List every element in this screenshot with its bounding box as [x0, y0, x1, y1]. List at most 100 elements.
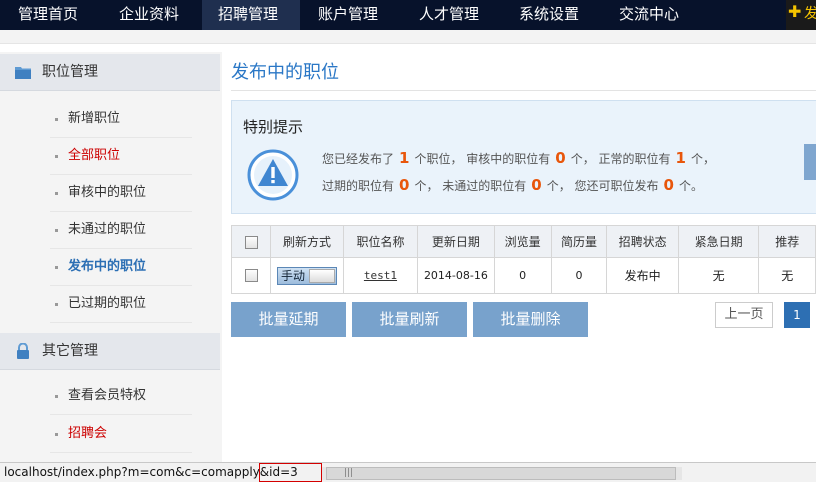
- notice-side-button[interactable]: [804, 144, 816, 180]
- bullet: [55, 266, 58, 269]
- notice-text: 个， 正常的职位有: [570, 152, 671, 166]
- nav-item-system-settings[interactable]: 系统设置: [519, 0, 579, 30]
- notice-text: 个职位， 审核中的职位有: [414, 152, 551, 166]
- urgent-date-cell: 无: [677, 257, 760, 294]
- notice-text: 个， 您还可职位发布: [546, 179, 659, 193]
- jobs-table: 刷新方式 职位名称 更新日期 浏览量 简历量 招聘状态 紧急日期 推荐 手动 t…: [230, 225, 816, 294]
- select-all-header: [230, 225, 272, 258]
- sidebar-group-title: 职位管理: [42, 64, 98, 80]
- resumes-cell: 0: [550, 257, 608, 294]
- bullet: [55, 303, 58, 306]
- sidebar-item-job-fair[interactable]: 招聘会: [50, 416, 192, 453]
- folder-icon: [15, 67, 31, 79]
- divider: [231, 90, 816, 91]
- job-name-cell: test1: [342, 257, 419, 294]
- scrollbar-grip-icon: |||: [344, 468, 354, 478]
- notice-box: 特别提示 您已经发布了 1 个职位， 审核中的职位有 0 个， 正常的职位有 1 个， 过期…: [231, 100, 816, 214]
- batch-extend-button[interactable]: 批量延期: [231, 302, 346, 337]
- publish-label: 发: [804, 6, 816, 22]
- notice-text: 个， 未通过的职位有: [414, 179, 527, 193]
- scrollbar-thumb[interactable]: [326, 467, 676, 480]
- batch-delete-button[interactable]: 批量删除: [473, 302, 588, 337]
- column-header: 职位名称: [342, 225, 419, 258]
- lock-icon: [17, 343, 29, 359]
- sidebar-item-label: 招聘会: [68, 426, 108, 441]
- notice-text: 您已经发布了: [322, 152, 395, 166]
- sidebar-item-member-privileges[interactable]: 查看会员特权: [50, 378, 192, 415]
- bullet: [55, 118, 58, 121]
- previous-page-button[interactable]: 上一页: [715, 302, 773, 328]
- sub-nav-strip: [0, 30, 816, 44]
- column-header: 推荐: [758, 225, 816, 258]
- page-title: 发布中的职位: [231, 62, 339, 83]
- refresh-mode-toggle[interactable]: 手动: [277, 266, 338, 285]
- sidebar: 职位管理 新增职位 全部职位 审核中的职位 未通过的职位 发布中的职位 已过期的…: [0, 52, 222, 462]
- expired-count: 0: [399, 176, 410, 194]
- column-header: 浏览量: [493, 225, 552, 258]
- bullet: [55, 395, 58, 398]
- notice-line-1: 您已经发布了 1 个职位， 审核中的职位有 0 个， 正常的职位有 1 个，: [322, 149, 715, 167]
- column-header: 紧急日期: [677, 225, 760, 258]
- notice-text: 个。: [678, 179, 703, 193]
- nav-item-talent[interactable]: 人才管理: [419, 0, 479, 30]
- bullet: [55, 192, 58, 195]
- bullet: [55, 155, 58, 158]
- sidebar-item-published-jobs[interactable]: 发布中的职位: [50, 249, 192, 286]
- sidebar-item-pending-jobs[interactable]: 审核中的职位: [50, 175, 192, 212]
- nav-item-community[interactable]: 交流中心: [619, 0, 679, 30]
- published-count: 1: [399, 149, 410, 167]
- plus-icon: ✚: [788, 2, 802, 21]
- updated-date-cell: 2014-08-16: [417, 257, 495, 294]
- warning-icon: [247, 149, 299, 201]
- row-select-cell: [230, 257, 272, 294]
- select-all-checkbox[interactable]: [244, 235, 258, 249]
- refresh-mode-cell: 手动: [270, 257, 344, 294]
- sidebar-item-label: 全部职位: [68, 148, 121, 163]
- nav-item-recruitment[interactable]: 招聘管理: [202, 0, 300, 30]
- refresh-mode-label: 手动: [281, 268, 306, 283]
- normal-count: 1: [675, 149, 686, 167]
- job-name-link[interactable]: test1: [364, 269, 397, 282]
- url-highlight-box: [259, 463, 322, 482]
- page: 管理首页 企业资料 招聘管理 账户管理 人才管理 系统设置 交流中心 ✚ 发 职…: [0, 0, 816, 482]
- current-page-button[interactable]: 1: [784, 302, 810, 328]
- sidebar-group-other-management[interactable]: 其它管理: [0, 333, 220, 370]
- sidebar-item-all-jobs[interactable]: 全部职位: [50, 138, 192, 175]
- nav-item-account[interactable]: 账户管理: [318, 0, 378, 30]
- sidebar-item-label: 新增职位: [68, 111, 121, 126]
- bullet: [55, 229, 58, 232]
- sidebar-item-label: 审核中的职位: [68, 185, 147, 200]
- sidebar-group-job-management[interactable]: 职位管理: [0, 54, 220, 91]
- table-row: 手动 test1 2014-08-16 0 0 发布中 无 无: [230, 257, 816, 294]
- batch-refresh-button[interactable]: 批量刷新: [352, 302, 467, 337]
- recommend-cell: 无: [758, 257, 816, 294]
- column-header: 简历量: [550, 225, 608, 258]
- notice-text: 个，: [690, 152, 715, 166]
- notice-text: 过期的职位有: [322, 179, 395, 193]
- row-checkbox[interactable]: [244, 269, 258, 283]
- notice-line-2: 过期的职位有 0 个， 未通过的职位有 0 个， 您还可职位发布 0 个。: [322, 176, 703, 194]
- sidebar-item-expired-jobs[interactable]: 已过期的职位: [50, 286, 192, 323]
- nav-item-company-profile[interactable]: 企业资料: [119, 0, 179, 30]
- sidebar-group-title: 其它管理: [42, 343, 98, 359]
- table-header-row: 刷新方式 职位名称 更新日期 浏览量 简历量 招聘状态 紧急日期 推荐: [230, 225, 816, 258]
- column-header: 更新日期: [417, 225, 495, 258]
- sidebar-item-label: 未通过的职位: [68, 222, 147, 237]
- sidebar-item-label: 发布中的职位: [68, 259, 147, 274]
- nav-item-home[interactable]: 管理首页: [18, 0, 78, 30]
- column-header: 刷新方式: [270, 225, 344, 258]
- status-url: localhost/index.php?m=com&c=comapply&id=…: [4, 465, 298, 479]
- top-nav: 管理首页 企业资料 招聘管理 账户管理 人才管理 系统设置 交流中心 ✚ 发: [0, 0, 816, 30]
- sidebar-item-label: 已过期的职位: [68, 296, 147, 311]
- sidebar-item-rejected-jobs[interactable]: 未通过的职位: [50, 212, 192, 249]
- sidebar-item-label: 查看会员特权: [68, 388, 147, 403]
- toggle-knob: [309, 268, 336, 283]
- remaining-quota: 0: [663, 176, 674, 194]
- publish-button[interactable]: ✚ 发: [786, 0, 816, 30]
- column-header: 招聘状态: [606, 225, 679, 258]
- status-cell: 发布中: [606, 257, 679, 294]
- sidebar-item-add-job[interactable]: 新增职位: [50, 101, 192, 138]
- rejected-count: 0: [531, 176, 542, 194]
- views-cell: 0: [493, 257, 552, 294]
- notice-title: 特别提示: [243, 118, 304, 136]
